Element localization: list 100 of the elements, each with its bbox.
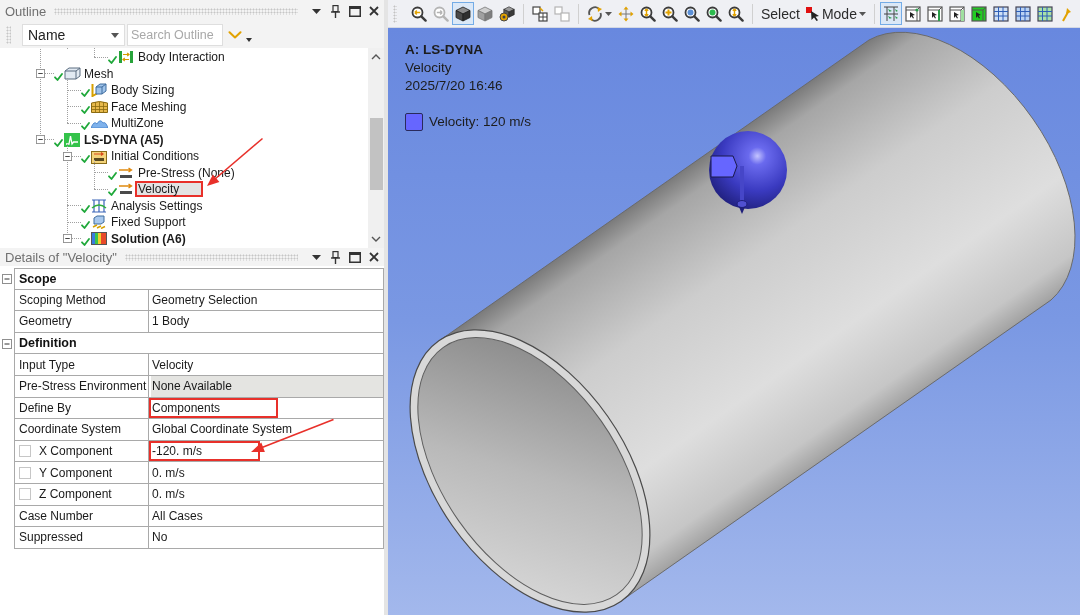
arrows-grid-icon: [882, 5, 899, 22]
arrow-icon: [118, 166, 134, 179]
chevron-down-icon: [228, 31, 242, 39]
toolbar-grip: [6, 26, 11, 44]
tree-item[interactable]: Face Meshing: [108, 98, 191, 115]
checkbox[interactable]: [19, 466, 31, 479]
property-value: 1 Body: [151, 314, 191, 329]
pin-icon: [331, 4, 340, 18]
search-field[interactable]: Search Outline: [127, 24, 223, 46]
chevron-up-icon: [371, 54, 381, 60]
mesh-box-icon: [992, 5, 1009, 22]
rotate-icon: [587, 5, 603, 22]
caret-icon: [605, 11, 612, 16]
select-button[interactable]: Select: [758, 2, 803, 25]
cube-icon: [455, 5, 471, 22]
caret-icon: [111, 32, 119, 38]
bars-icon: [119, 51, 133, 63]
arrow-icon: [118, 183, 134, 195]
checkbox[interactable]: [19, 488, 31, 501]
mesh-box-icon: [1014, 5, 1031, 22]
section-title: Definition: [14, 332, 384, 355]
maximize-icon: [348, 251, 361, 263]
panel-title: Details of "Velocity": [5, 249, 117, 265]
caret-down-icon: [312, 8, 321, 14]
magnifier-icon: [433, 5, 449, 22]
legend-label: Velocity: 120 m/s: [429, 113, 532, 131]
property-label: Z Component: [39, 487, 112, 502]
pin-icon: [331, 250, 340, 264]
property-value: Components: [149, 397, 279, 419]
tree-item[interactable]: Initial Conditions: [108, 147, 204, 165]
property-value: All Cases: [151, 508, 204, 523]
mesh-box-icon: [1036, 5, 1053, 22]
tree-item[interactable]: Mesh: [81, 65, 118, 82]
tree-item[interactable]: Body Sizing: [108, 81, 179, 99]
tree-item[interactable]: LS-DYNA (A5): [81, 131, 168, 148]
box-cursor-icon: [904, 5, 921, 22]
panel-title: Outline: [5, 3, 47, 19]
magnifier-icon: [684, 5, 700, 22]
grid-icon: [91, 198, 107, 213]
toolbar-button[interactable]: [452, 2, 474, 25]
axis-arrow-icon: [1061, 5, 1072, 22]
caret-icon: [858, 11, 866, 16]
minus-box-icon[interactable]: [36, 135, 45, 144]
tree-item[interactable]: Body Interaction: [135, 48, 229, 66]
move-arrows-icon: [618, 5, 634, 22]
close-icon: [368, 6, 379, 16]
zoom-in-icon: [662, 5, 678, 22]
property-value: No: [151, 530, 169, 545]
cube-icon: [63, 67, 81, 80]
box-cursor-icon: [926, 5, 943, 22]
column-select[interactable]: Name: [22, 24, 125, 46]
cube-icon: [91, 83, 107, 97]
grid-icon: [90, 100, 108, 113]
property-label: Scoping Method: [19, 292, 106, 307]
property-label: Pre-Stress Environment: [19, 379, 147, 394]
squares-icon: [532, 5, 548, 22]
property-label: Define By: [19, 400, 72, 415]
chevron-down-icon: [371, 236, 381, 242]
property-value: -120. m/s: [149, 440, 260, 462]
tree-item[interactable]: Solution (A6): [108, 230, 190, 247]
minus-box-icon[interactable]: [63, 234, 72, 243]
contour-icon: [91, 232, 107, 245]
property-value: Global Coordinate System: [151, 422, 294, 437]
section-title: Scope: [14, 268, 384, 290]
close-icon: [368, 252, 379, 262]
property-label: Case Number: [19, 508, 94, 523]
magnifier-icon: [640, 5, 656, 22]
caret-down-icon: [312, 254, 321, 260]
magnifier-icon: [706, 5, 722, 22]
scroll-thumb[interactable]: [369, 118, 383, 190]
checkbox[interactable]: [19, 445, 31, 458]
view-timestamp: 2025/7/20 16:46: [405, 77, 504, 95]
magnifier-icon: [411, 5, 427, 22]
property-label: Y Component: [39, 465, 113, 480]
maximize-icon: [348, 5, 361, 17]
view-title: A: LS-DYNA: [405, 41, 484, 59]
cube-icon: [477, 5, 493, 22]
property-label: Suppressed: [19, 530, 84, 545]
caret-icon: [246, 37, 252, 42]
property-label: Input Type: [19, 357, 75, 372]
wave-icon: [90, 118, 108, 128]
minus-box-icon[interactable]: [63, 151, 72, 161]
pulse-icon: [64, 132, 80, 147]
squares-icon: [554, 5, 570, 22]
box-cursor-icon: [970, 5, 987, 22]
mode-dropdown[interactable]: Mode: [802, 2, 869, 25]
tree-item[interactable]: Velocity: [135, 180, 204, 198]
property-value: 0. m/s: [151, 487, 186, 502]
toolbar-grip: [393, 4, 397, 23]
property-label: X Component: [39, 444, 113, 459]
view-subtitle: Velocity: [405, 59, 453, 77]
tree-item[interactable]: Fixed Support: [108, 213, 190, 231]
magnifier-icon: [728, 5, 744, 22]
property-value: 0. m/s: [151, 465, 186, 480]
box-cursor-icon: [948, 5, 965, 22]
minus-box-icon[interactable]: [36, 69, 45, 78]
property-value: None Available: [151, 375, 383, 397]
cube-gear-icon: [499, 5, 515, 22]
tree-item[interactable]: MultiZone: [108, 114, 168, 132]
tree-item[interactable]: Analysis Settings: [108, 197, 207, 214]
